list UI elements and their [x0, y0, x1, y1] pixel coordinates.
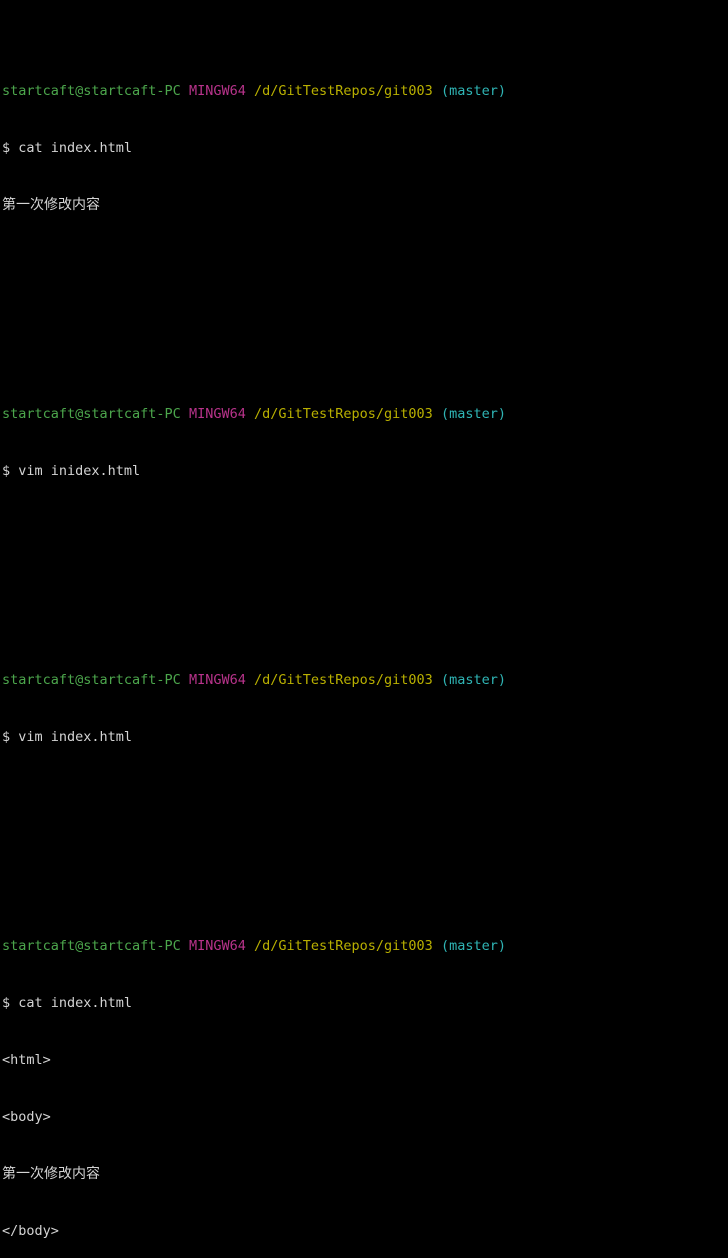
prompt-shell-tag: MINGW64 [188, 938, 246, 954]
output-line: </body> [2, 1223, 59, 1239]
prompt-shell-tag: MINGW64 [188, 83, 246, 99]
prompt-branch: (master) [440, 672, 506, 688]
prompt-branch: (master) [440, 83, 506, 99]
prompt-branch: (master) [440, 406, 506, 422]
prompt-path: /d/GitTestRepos/git003 [254, 672, 433, 688]
output-line: 第一次修改内容 [2, 197, 100, 213]
output-line: <body> [2, 1109, 51, 1125]
terminal-window[interactable]: startcaft@startcaft-PC MINGW64 /d/GitTes… [0, 0, 728, 1239]
command-line: $ vim index.html [2, 729, 133, 745]
prompt-user-host: startcaft@startcaft-PC [2, 672, 181, 688]
prompt-line: startcaft@startcaft-PC MINGW64 /d/GitTes… [2, 405, 728, 424]
command-line: $ cat index.html [2, 995, 133, 1011]
prompt-user-host: startcaft@startcaft-PC [2, 83, 181, 99]
prompt-shell-tag: MINGW64 [188, 406, 246, 422]
output-line: 第一次修改内容 [2, 1166, 100, 1182]
command-line: $ cat index.html [2, 140, 133, 156]
prompt-line: startcaft@startcaft-PC MINGW64 /d/GitTes… [2, 671, 728, 690]
command-line: $ vim inidex.html [2, 463, 141, 479]
prompt-path: /d/GitTestRepos/git003 [254, 83, 433, 99]
prompt-line: startcaft@startcaft-PC MINGW64 /d/GitTes… [2, 82, 728, 101]
prompt-path: /d/GitTestRepos/git003 [254, 406, 433, 422]
prompt-line: startcaft@startcaft-PC MINGW64 /d/GitTes… [2, 937, 728, 956]
prompt-shell-tag: MINGW64 [188, 672, 246, 688]
prompt-user-host: startcaft@startcaft-PC [2, 938, 181, 954]
prompt-path: /d/GitTestRepos/git003 [254, 938, 433, 954]
prompt-user-host: startcaft@startcaft-PC [2, 406, 181, 422]
output-line: <html> [2, 1052, 51, 1068]
prompt-branch: (master) [440, 938, 506, 954]
